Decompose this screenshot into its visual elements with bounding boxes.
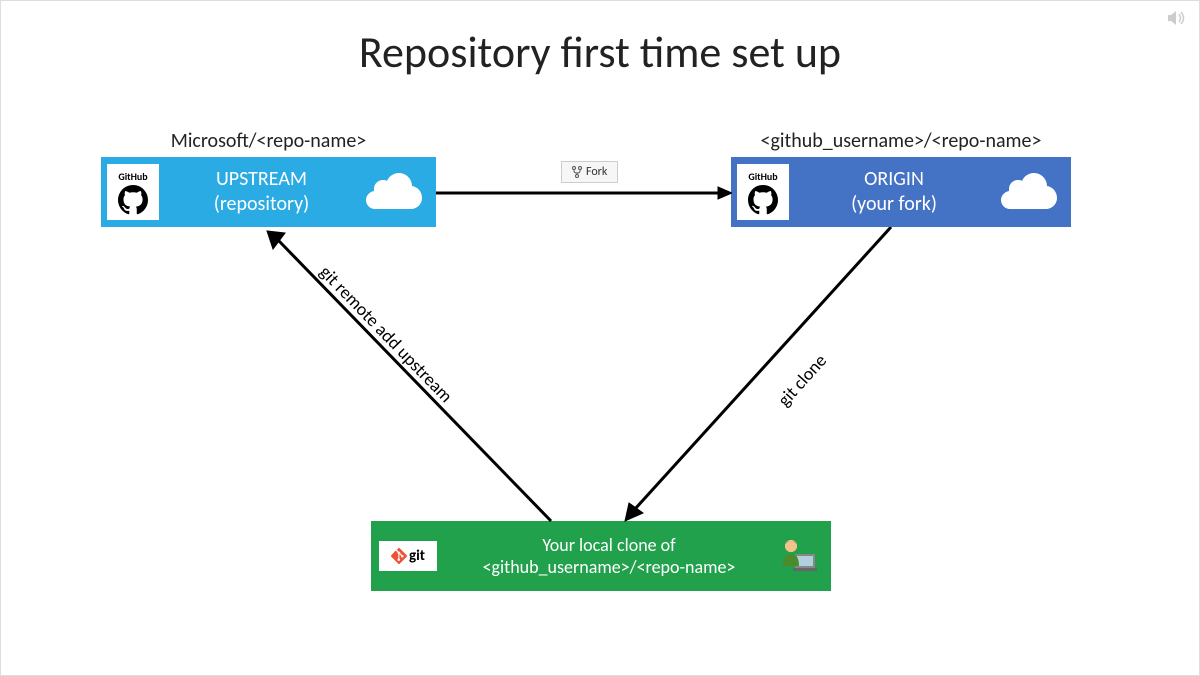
- fork-arrow: [436, 183, 732, 203]
- clone-arrow: [621, 227, 901, 523]
- octocat-icon: [748, 185, 778, 215]
- cloud-icon: [999, 170, 1061, 215]
- git-badge-text: git: [409, 547, 425, 565]
- origin-title: ORIGIN: [864, 167, 924, 191]
- fork-button: Fork: [561, 161, 618, 183]
- origin-box: GitHub ORIGIN (your fork): [731, 157, 1071, 227]
- local-clone-box: git Your local clone of <github_username…: [371, 521, 831, 591]
- upstream-box-text: UPSTREAM (repository): [159, 167, 364, 217]
- upstream-repo-label: Microsoft/<repo-name>: [101, 129, 436, 153]
- upstream-box: GitHub UPSTREAM (repository): [101, 157, 436, 227]
- origin-box-text: ORIGIN (your fork): [789, 167, 999, 217]
- octocat-icon: [118, 185, 148, 215]
- slide-title: Repository first time set up: [1, 25, 1199, 79]
- github-badge-text: GitHub: [748, 170, 777, 183]
- audio-icon: [1167, 9, 1187, 32]
- upstream-title: UPSTREAM: [216, 167, 307, 191]
- upstream-subtitle: (repository): [214, 192, 309, 216]
- origin-subtitle: (your fork): [851, 192, 937, 216]
- local-box-text: Your local clone of <github_username>/<r…: [437, 534, 781, 579]
- fork-icon: [572, 166, 582, 178]
- cloud-icon: [364, 170, 426, 215]
- local-title: Your local clone of: [542, 534, 675, 556]
- user-computer-icon: [781, 536, 817, 577]
- origin-repo-label: <github_username>/<repo-name>: [731, 129, 1071, 153]
- local-subtitle: <github_username>/<repo-name>: [483, 556, 736, 578]
- fork-label: Fork: [586, 165, 607, 179]
- git-badge: git: [379, 541, 437, 571]
- git-icon: [391, 548, 407, 564]
- github-badge-origin: GitHub: [737, 164, 789, 220]
- github-badge-text: GitHub: [118, 170, 147, 183]
- github-badge-upstream: GitHub: [107, 164, 159, 220]
